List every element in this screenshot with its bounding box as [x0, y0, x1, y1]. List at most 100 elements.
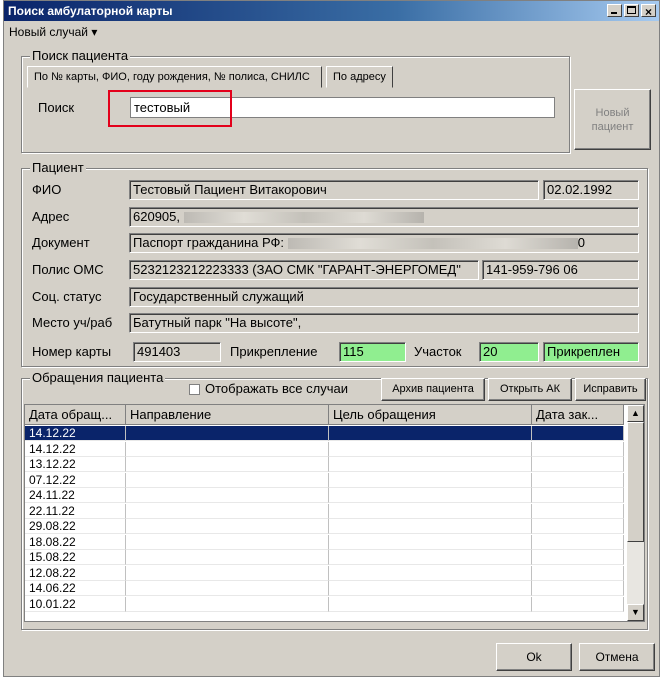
table-row[interactable]: 12.08.22 — [25, 565, 626, 581]
row-date-cell: 15.08.22 — [25, 550, 126, 565]
table-row[interactable]: 13.12.22 — [25, 457, 626, 472]
column-header[interactable]: Дата зак... — [532, 405, 624, 425]
row-cell — [532, 441, 624, 457]
window-title: Поиск амбулаторной карты — [8, 4, 173, 18]
row-cell — [329, 472, 532, 488]
row-date-cell: 22.11.22 — [25, 503, 126, 519]
document-field: Паспорт гражданина РФ: 0 — [129, 233, 639, 253]
district-label: Участок — [414, 344, 462, 359]
row-cell — [329, 534, 532, 550]
table-row[interactable]: 29.08.22 — [25, 519, 626, 534]
social-label: Соц. статус — [32, 289, 102, 304]
row-cell — [126, 550, 329, 565]
new-patient-button[interactable]: Новый пациент — [574, 89, 651, 150]
column-header[interactable]: Цель обращения — [329, 405, 532, 425]
tab-search-main[interactable]: По № карты, ФИО, году рождения, № полиса… — [27, 66, 322, 88]
row-cell — [126, 457, 329, 472]
birth-date-field: 02.02.1992 — [543, 180, 639, 200]
minimize-button[interactable] — [607, 4, 622, 17]
row-date-cell: 12.08.22 — [25, 565, 126, 581]
table-row[interactable]: 14.12.22 — [25, 426, 626, 441]
maximize-button[interactable] — [624, 4, 639, 17]
scroll-up-icon[interactable]: ▲ — [627, 405, 644, 422]
row-cell — [126, 581, 329, 596]
address-label: Адрес — [32, 209, 70, 224]
row-date-cell: 24.11.22 — [25, 488, 126, 503]
menu-bar: Новый случай ▾ — [4, 23, 659, 41]
row-cell — [126, 519, 329, 534]
search-label: Поиск — [38, 100, 75, 115]
row-cell — [329, 519, 532, 534]
table-row[interactable]: 10.01.22 — [25, 596, 626, 612]
new-case-menu[interactable]: Новый случай ▾ — [9, 25, 97, 39]
table-row[interactable]: 14.06.22 — [25, 581, 626, 596]
search-group-title: Поиск пациента — [30, 48, 131, 64]
district-field: 20 — [479, 342, 539, 362]
fio-label: ФИО — [32, 182, 62, 197]
row-cell — [532, 565, 624, 581]
row-cell — [329, 565, 532, 581]
column-header[interactable]: Направление — [126, 405, 329, 425]
row-date-cell: 13.12.22 — [25, 457, 126, 472]
row-cell — [329, 503, 532, 519]
cancel-button[interactable]: Отмена — [579, 643, 655, 671]
table-row[interactable]: 14.12.22 — [25, 441, 626, 457]
row-cell — [329, 457, 532, 472]
row-cell — [329, 550, 532, 565]
table-row[interactable]: 18.08.22 — [25, 534, 626, 550]
row-cell — [532, 581, 624, 596]
row-cell — [329, 488, 532, 503]
row-date-cell: 29.08.22 — [25, 519, 126, 534]
row-cell — [532, 457, 624, 472]
row-cell — [532, 472, 624, 488]
row-cell — [329, 426, 532, 441]
scroll-thumb[interactable] — [627, 422, 644, 542]
title-bar: Поиск амбулаторной карты × — [4, 1, 659, 21]
row-cell — [532, 596, 624, 612]
row-date-cell: 14.06.22 — [25, 581, 126, 596]
document-label: Документ — [32, 235, 90, 250]
vertical-scrollbar[interactable]: ▲ ▼ — [627, 405, 644, 621]
ok-button[interactable]: Ok — [496, 643, 572, 671]
attach-field: 115 — [339, 342, 406, 362]
oms-field: 5232123212223333 (ЗАО СМК "ГАРАНТ-ЭНЕРГО… — [129, 260, 479, 280]
tab-search-main-label: По № карты, ФИО, году рождения, № полиса… — [34, 71, 310, 83]
table-row[interactable]: 07.12.22 — [25, 472, 626, 488]
social-field: Государственный служащий — [129, 287, 639, 307]
column-header[interactable]: Дата обращ... — [25, 405, 126, 425]
tab-search-address-label: По адресу — [333, 71, 386, 83]
highlight-frame — [108, 90, 232, 127]
row-cell — [532, 426, 624, 441]
edit-button[interactable]: Исправить — [575, 378, 646, 401]
row-cell — [329, 581, 532, 596]
visits-group-title: Обращения пациента — [30, 370, 166, 386]
row-cell — [126, 534, 329, 550]
show-all-checkbox[interactable] — [189, 384, 200, 395]
close-button[interactable]: × — [641, 4, 656, 19]
new-patient-line2: пациент — [591, 121, 634, 133]
row-cell — [126, 441, 329, 457]
tab-search-address[interactable]: По адресу — [326, 66, 393, 88]
row-cell — [329, 596, 532, 612]
row-cell — [532, 519, 624, 534]
address-prefix: 620905, — [133, 209, 180, 224]
document-prefix: Паспорт гражданина РФ: — [133, 235, 285, 250]
row-cell — [126, 488, 329, 503]
visits-table[interactable]: Дата обращ... Направление Цель обращения… — [24, 404, 645, 622]
row-cell — [532, 488, 624, 503]
row-cell — [532, 503, 624, 519]
fio-field: Тестовый Пациент Витакорович — [129, 180, 539, 200]
table-row[interactable]: 22.11.22 — [25, 503, 626, 519]
card-label: Номер карты — [32, 344, 112, 359]
row-cell — [126, 565, 329, 581]
work-label: Место уч/раб — [32, 315, 113, 330]
table-row[interactable]: 15.08.22 — [25, 550, 626, 565]
table-row[interactable]: 24.11.22 — [25, 488, 626, 503]
scroll-down-icon[interactable]: ▼ — [627, 604, 644, 621]
open-ak-button[interactable]: Открыть АК — [488, 378, 572, 401]
search-card-window: Поиск амбулаторной карты × Новый случай … — [3, 0, 660, 677]
table-header: Дата обращ... Направление Цель обращения… — [25, 405, 624, 425]
document-redacted — [287, 238, 578, 250]
archive-button[interactable]: Архив пациента — [381, 378, 485, 401]
snils-field: 141-959-796 06 — [482, 260, 639, 280]
